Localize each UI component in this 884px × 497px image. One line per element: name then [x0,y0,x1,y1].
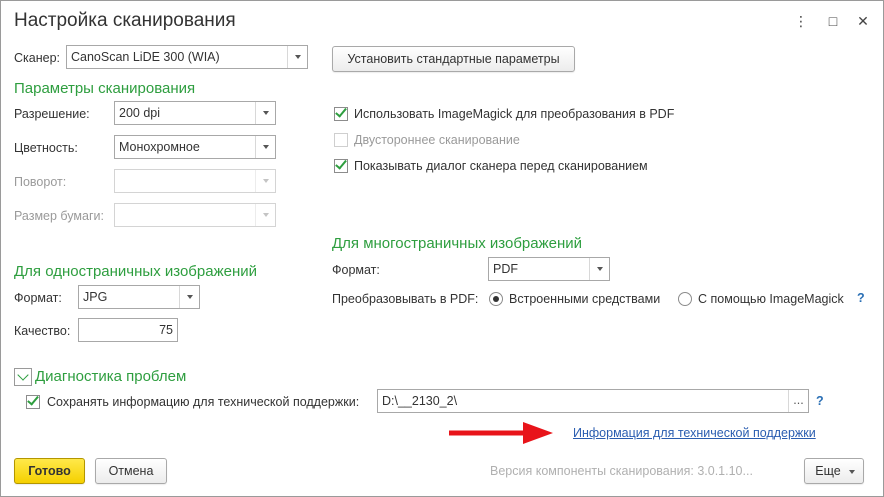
close-icon[interactable]: ✕ [853,11,873,31]
multi-page-title: Для многостраничных изображений [332,235,583,252]
convert-builtin-radio[interactable] [489,292,503,306]
diagnostics-title[interactable]: Диагностика проблем [35,368,186,386]
cancel-button[interactable]: Отмена [95,458,167,484]
check-icon [335,105,347,118]
diagnostics-toggle-icon[interactable] [14,368,32,386]
chevron-down-icon[interactable] [255,102,275,124]
chevron-down-icon[interactable] [287,46,307,68]
scanner-select[interactable]: CanoScan LiDE 300 (WIA) [66,45,308,69]
rotation-select [114,169,276,193]
chevron-down-icon[interactable] [255,136,275,158]
set-defaults-button[interactable]: Установить стандартные параметры [332,46,575,72]
convert-pdf-label: Преобразовывать в PDF: [332,292,479,306]
use-imagemagick-checkbox[interactable] [334,105,348,121]
convert-imagemagick-label: С помощью ImageMagick [698,292,844,306]
check-icon [27,393,39,406]
rotation-label: Поворот: [14,175,67,189]
window-title: Настройка сканирования [14,10,236,31]
single-format-label: Формат: [14,291,62,305]
resolution-label: Разрешение: [14,107,90,121]
quality-input[interactable]: 75 [78,318,178,342]
convert-imagemagick-radio[interactable] [678,292,692,306]
resolution-value: 200 dpi [119,106,161,120]
paper-size-select [114,203,276,227]
color-value: Монохромное [119,140,200,154]
save-info-label: Сохранять информацию для технической под… [47,395,360,409]
chevron-down-icon [849,470,855,474]
support-info-link[interactable]: Информация для технической поддержки [573,426,816,440]
maximize-icon[interactable]: □ [823,11,843,31]
color-select[interactable]: Монохромное [114,135,276,159]
more-button-label: Еще [815,464,841,478]
chevron-down-icon[interactable] [179,286,199,308]
diagnostics-path-value: D:\__2130_2\ [382,394,458,408]
chevron-down-icon [255,170,275,192]
diagnostics-path-input[interactable]: D:\__2130_2\ ... [377,389,809,413]
more-button[interactable]: Еще [804,458,864,484]
single-page-title: Для одностраничных изображений [14,263,257,280]
paper-size-label: Размер бумаги: [14,209,104,223]
scanner-value: CanoScan LiDE 300 (WIA) [71,50,220,64]
multi-format-select[interactable]: PDF [488,257,610,281]
more-menu-icon[interactable]: ⋮ [791,11,811,31]
chevron-down-icon [255,204,275,226]
save-info-checkbox[interactable] [26,393,40,409]
multi-format-value: PDF [493,262,518,276]
show-dialog-label: Показывать диалог сканера перед сканиров… [354,159,648,173]
help-icon[interactable]: ? [816,394,824,408]
multi-format-label: Формат: [332,263,380,277]
convert-builtin-label: Встроенными средствами [509,292,661,306]
use-imagemagick-label: Использовать ImageMagick для преобразова… [354,107,675,121]
duplex-label: Двустороннее сканирование [354,133,520,147]
duplex-checkbox [334,133,348,147]
single-format-value: JPG [83,290,108,304]
resolution-select[interactable]: 200 dpi [114,101,276,125]
browse-button[interactable]: ... [788,390,808,412]
quality-label: Качество: [14,324,71,338]
scanner-label: Сканер: [14,51,61,65]
single-format-select[interactable]: JPG [78,285,200,309]
scan-settings-window: Настройка сканирования ⋮ □ ✕ Сканер: Can… [0,0,884,497]
red-arrow-icon [449,422,553,444]
show-dialog-checkbox[interactable] [334,157,348,173]
radio-dot [493,296,499,302]
color-label: Цветность: [14,141,78,155]
done-button[interactable]: Готово [14,458,85,484]
scan-params-title: Параметры сканирования [14,80,196,97]
check-icon [335,157,347,170]
chevron-down-icon[interactable] [589,258,609,280]
help-icon[interactable]: ? [857,291,865,305]
version-text: Версия компоненты сканирования: 3.0.1.10… [490,464,753,478]
quality-value: 75 [159,323,173,337]
